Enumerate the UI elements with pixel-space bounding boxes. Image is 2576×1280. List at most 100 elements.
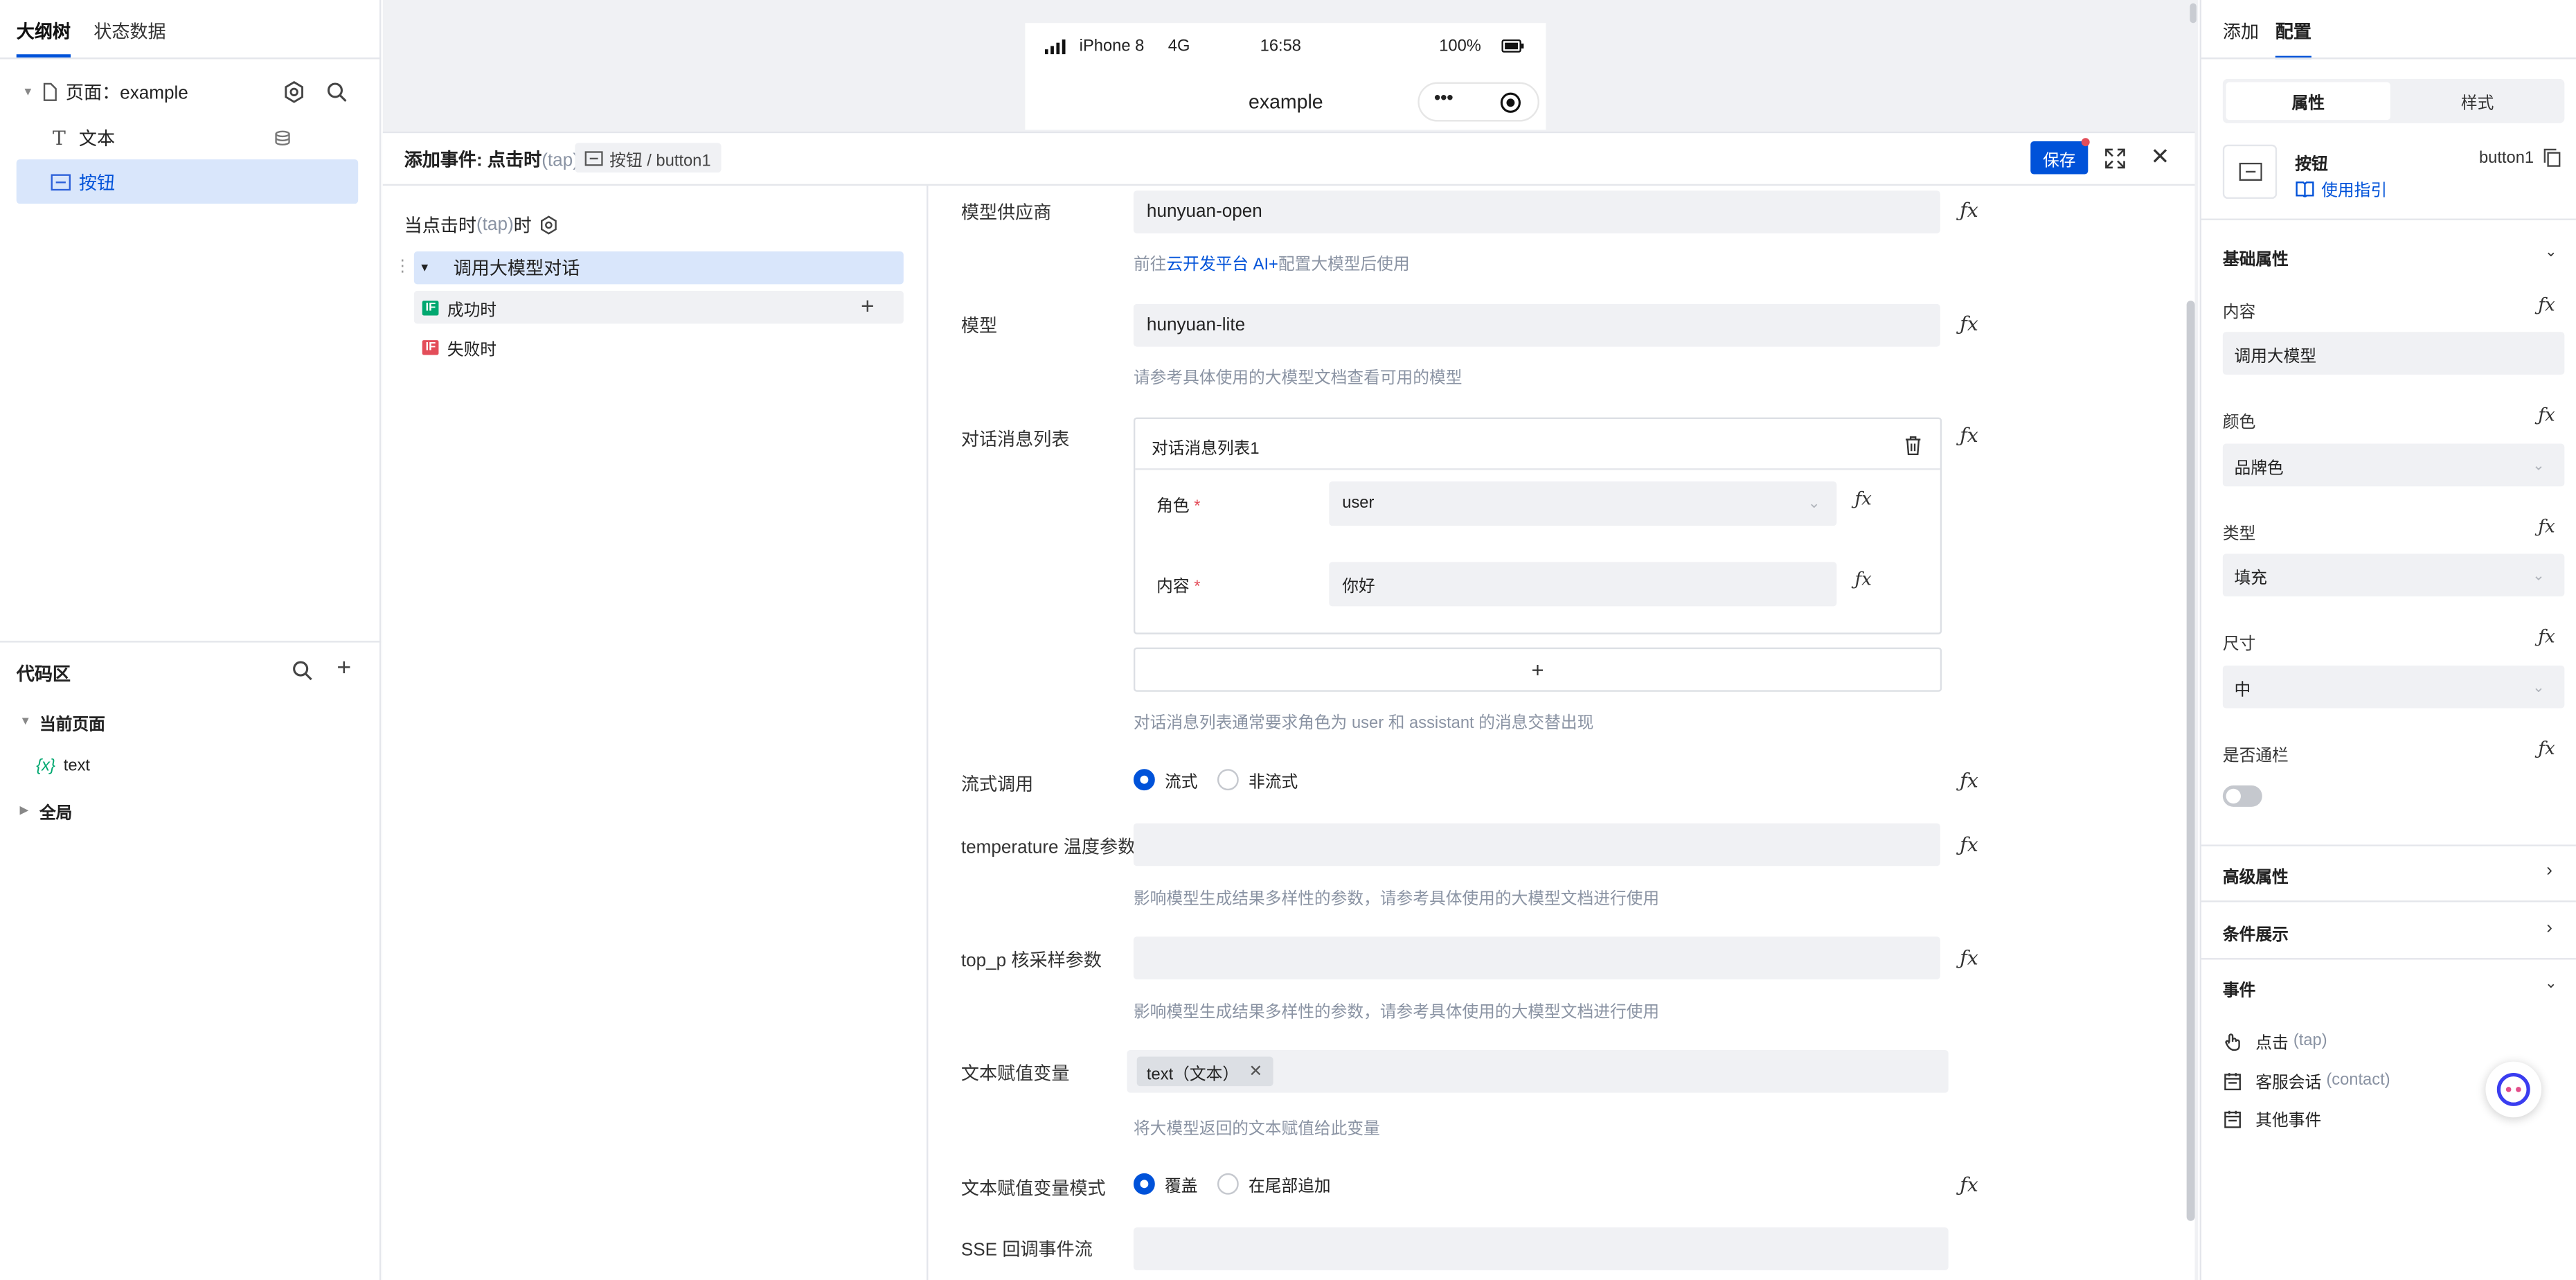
block-toggle[interactable] bbox=[2222, 785, 2262, 807]
text-var-tag: text（文本） ✕ bbox=[1136, 1056, 1273, 1087]
fx-icon[interactable]: ƒx bbox=[1960, 199, 1978, 222]
code-search-icon[interactable] bbox=[291, 659, 314, 682]
fx-icon[interactable]: ƒx bbox=[1960, 312, 1978, 335]
model-input[interactable]: hunyuan-lite bbox=[1133, 303, 1940, 347]
scrollbar[interactable] bbox=[2186, 301, 2195, 1221]
top-p-input[interactable] bbox=[1133, 936, 1940, 979]
fx-icon[interactable]: ƒx bbox=[2538, 626, 2555, 648]
chevron-down-icon[interactable]: ⌄ bbox=[2545, 243, 2557, 261]
event-item-other[interactable]: 其他事件 bbox=[2223, 1106, 2321, 1130]
guide-link[interactable]: 使用指引 bbox=[2295, 176, 2388, 201]
code-var-item[interactable]: {x} text bbox=[36, 754, 90, 777]
code-add-icon[interactable]: + bbox=[337, 654, 351, 682]
flow-success-branch[interactable]: IF 成功时 + bbox=[413, 290, 904, 324]
calendar-icon bbox=[2224, 1072, 2241, 1090]
guide-label: 使用指引 bbox=[2321, 182, 2388, 201]
delete-icon[interactable] bbox=[1904, 436, 1922, 456]
hint-post: 配置大模型后使用 bbox=[1278, 256, 1410, 275]
top-p-label: top_p 核采样参数 bbox=[960, 951, 1102, 972]
events-title[interactable]: 事件 bbox=[2223, 976, 2255, 1001]
size-select[interactable]: 中 ⌄ bbox=[2222, 665, 2565, 709]
add-icon[interactable]: + bbox=[861, 292, 874, 319]
code-tree-global[interactable]: ▶ 全局 bbox=[19, 799, 72, 822]
close-icon[interactable]: ✕ bbox=[2150, 143, 2170, 170]
segmented-control: 属性 样式 bbox=[2222, 78, 2565, 123]
fx-icon[interactable]: ƒx bbox=[1960, 1173, 1978, 1196]
provider-input[interactable]: hunyuan-open bbox=[1133, 190, 1940, 233]
tag-close-icon[interactable]: ✕ bbox=[1249, 1063, 1262, 1081]
flow-fail-branch[interactable]: IF 失败时 bbox=[414, 330, 497, 363]
assistant-bot-button[interactable] bbox=[2485, 1061, 2542, 1118]
fx-icon[interactable]: ƒx bbox=[2538, 516, 2555, 537]
database-icon bbox=[275, 130, 290, 145]
condition-title[interactable]: 条件展示 bbox=[2223, 921, 2289, 945]
basic-props-title[interactable]: 基础属性 bbox=[2223, 245, 2289, 269]
fx-icon[interactable]: ƒx bbox=[1960, 833, 1978, 856]
color-select[interactable]: 品牌色 ⌄ bbox=[2222, 443, 2565, 487]
temperature-input[interactable] bbox=[1133, 823, 1940, 866]
scrollbar[interactable] bbox=[2190, 3, 2197, 24]
fx-icon[interactable]: ƒx bbox=[2538, 294, 2555, 316]
radio-overwrite[interactable] bbox=[1133, 1173, 1155, 1195]
expand-icon[interactable] bbox=[2104, 148, 2126, 170]
tree-item-button[interactable]: 按钮 bbox=[16, 159, 359, 204]
text-var-select[interactable]: text（文本） ✕ bbox=[1127, 1049, 1949, 1093]
type-select[interactable]: 填充 ⌄ bbox=[2222, 553, 2565, 597]
search-icon[interactable] bbox=[325, 80, 348, 103]
tab-config[interactable]: 配置 bbox=[2275, 18, 2311, 60]
fx-icon[interactable]: ƒx bbox=[2538, 738, 2555, 759]
right-tabs: 添加 配置 bbox=[2223, 18, 2311, 60]
radio-stream[interactable] bbox=[1133, 769, 1155, 791]
chevron-right-icon[interactable]: › bbox=[2546, 918, 2552, 938]
event-item-contact[interactable]: 客服会话 (contact) bbox=[2223, 1068, 2390, 1093]
advanced-props-title[interactable]: 高级属性 bbox=[2223, 863, 2289, 887]
event-header-tap: (tap) bbox=[542, 151, 579, 171]
fx-icon[interactable]: ƒx bbox=[1854, 569, 1871, 590]
tree-item-text[interactable]: T 文本 bbox=[49, 125, 361, 151]
cloud-platform-link[interactable]: 云开发平台 AI+ bbox=[1166, 256, 1278, 274]
radio-non-stream[interactable] bbox=[1217, 769, 1239, 791]
role-select[interactable]: user ⌄ bbox=[1329, 481, 1837, 526]
fx-icon[interactable]: ƒx bbox=[2538, 405, 2555, 426]
copy-icon[interactable] bbox=[2543, 148, 2561, 168]
fx-icon[interactable]: ƒx bbox=[1854, 488, 1871, 510]
close-circle-icon[interactable] bbox=[1500, 92, 1521, 114]
save-button[interactable]: 保存 bbox=[2030, 141, 2088, 175]
breadcrumb-text: 按钮 / button1 bbox=[609, 152, 711, 170]
caret-right-icon[interactable]: ▶ bbox=[19, 803, 39, 817]
fx-icon[interactable]: ƒx bbox=[1960, 947, 1978, 970]
chevron-down-icon[interactable]: ⌄ bbox=[2545, 975, 2557, 993]
variable-icon: {x} bbox=[36, 756, 55, 775]
button-type-icon bbox=[51, 173, 71, 190]
fx-icon[interactable]: ƒx bbox=[1960, 769, 1978, 792]
tab-state-data[interactable]: 状态数据 bbox=[93, 18, 166, 44]
caret-down-icon[interactable]: ▼ bbox=[19, 715, 39, 727]
chevron-right-icon[interactable]: › bbox=[2546, 861, 2552, 880]
color-value: 品牌色 bbox=[2234, 459, 2284, 478]
code-tree-current-page[interactable]: ▼ 当前页面 bbox=[19, 710, 105, 734]
settings-icon[interactable] bbox=[283, 80, 305, 103]
tab-outline-tree[interactable]: 大纲树 bbox=[16, 18, 71, 58]
caret-down-icon[interactable]: ▼ bbox=[419, 262, 430, 274]
seg-properties[interactable]: 属性 bbox=[2226, 82, 2390, 121]
fx-icon[interactable]: ƒx bbox=[1960, 424, 1978, 447]
component-name: 按钮 bbox=[2295, 156, 2328, 175]
caret-down-icon[interactable]: ▼ bbox=[19, 87, 36, 98]
content-prop-input[interactable]: 调用大模型 bbox=[2222, 332, 2565, 375]
button-type-icon bbox=[2238, 162, 2262, 181]
settings-icon[interactable] bbox=[538, 215, 557, 235]
breadcrumb: 按钮 / button1 bbox=[575, 143, 721, 173]
tab-add[interactable]: 添加 bbox=[2223, 18, 2259, 44]
event-item-tap[interactable]: 点击 (tap) bbox=[2223, 1029, 2327, 1054]
overwrite-option-label: 覆盖 bbox=[1165, 1178, 1198, 1197]
sse-input[interactable] bbox=[1133, 1227, 1949, 1270]
more-icon[interactable]: ••• bbox=[1434, 89, 1453, 108]
radio-append[interactable] bbox=[1217, 1173, 1239, 1195]
current-page-label: 当前页面 bbox=[39, 715, 105, 734]
tree-item-page[interactable]: ▼ 页面：example bbox=[19, 79, 364, 105]
capsule-menu[interactable]: ••• bbox=[1417, 82, 1539, 122]
content-input[interactable]: 你好 bbox=[1329, 562, 1837, 607]
add-message-button[interactable]: + bbox=[1133, 647, 1942, 692]
flow-action-item[interactable]: ▼ 调用大模型对话 bbox=[413, 251, 904, 285]
seg-styles[interactable]: 样式 bbox=[2394, 82, 2561, 121]
